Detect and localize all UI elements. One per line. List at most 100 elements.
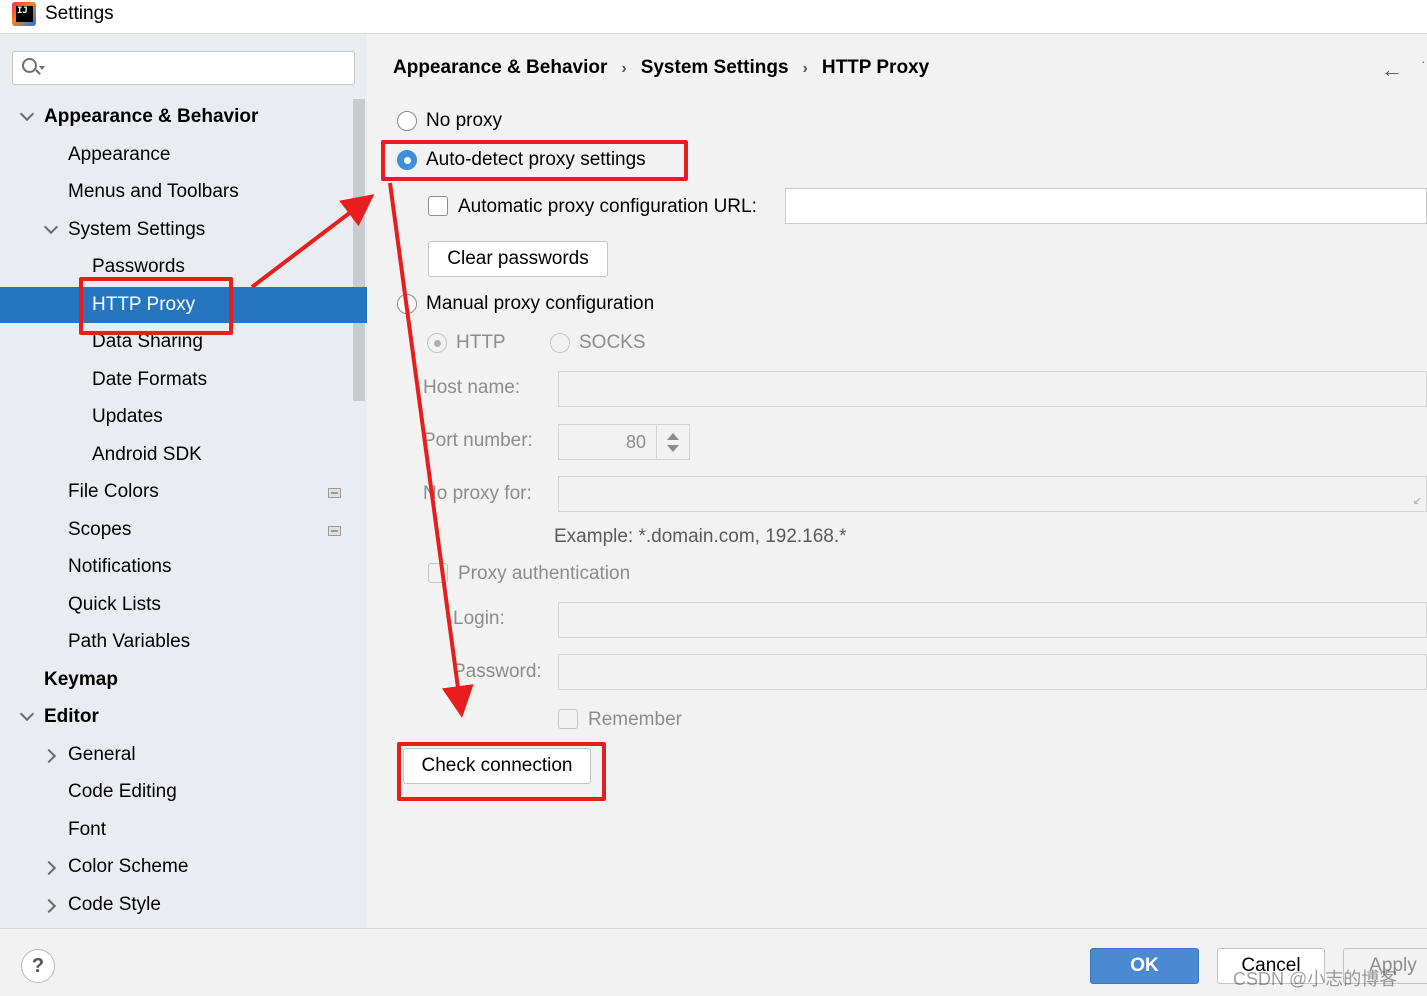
sidebar-item-file-colors[interactable]: File Colors — [0, 474, 367, 510]
search-box[interactable] — [12, 51, 355, 85]
chevron-right-icon[interactable] — [44, 887, 58, 923]
chevron-down-icon[interactable] — [20, 99, 34, 135]
sidebar-item-label: Quick Lists — [68, 594, 161, 615]
sidebar-item-menus-and-toolbars[interactable]: Menus and Toolbars — [0, 174, 367, 210]
remember-checkbox[interactable] — [558, 709, 578, 729]
breadcrumb-item-http-proxy: HTTP Proxy — [821, 57, 930, 78]
spinner-up-icon[interactable] — [667, 433, 679, 440]
socks-radio[interactable] — [550, 333, 570, 353]
chevron-down-icon[interactable] — [44, 212, 58, 248]
clear-passwords-button[interactable]: Clear passwords — [428, 241, 608, 277]
sidebar-item-notifications[interactable]: Notifications — [0, 549, 367, 585]
password-field[interactable] — [558, 654, 1427, 690]
sidebar-item-passwords[interactable]: Passwords — [0, 249, 367, 285]
spinner-down-icon[interactable] — [667, 445, 679, 452]
login-input[interactable] — [559, 603, 1426, 637]
proxy-auth-checkbox[interactable] — [428, 563, 448, 583]
sidebar-item-label: Keymap — [44, 669, 118, 690]
sidebar-item-http-proxy[interactable]: HTTP Proxy — [0, 287, 367, 323]
help-button[interactable]: ? — [21, 949, 55, 983]
no-proxy-example: Example: *.domain.com, 192.168.* — [554, 526, 847, 547]
sidebar-item-label: System Settings — [68, 219, 206, 240]
sidebar-item-label: Font — [68, 819, 107, 840]
auto-config-url-input[interactable] — [786, 189, 1426, 223]
auto-detect-radio[interactable] — [397, 150, 417, 170]
sidebar-item-color-scheme[interactable]: Color Scheme — [0, 849, 367, 885]
sidebar-item-label: Appearance & Behavior — [44, 106, 259, 127]
http-radio[interactable] — [427, 333, 447, 353]
search-icon[interactable] — [22, 58, 37, 73]
sidebar-item-updates[interactable]: Updates — [0, 399, 367, 435]
sidebar-item-code-editing[interactable]: Code Editing — [0, 774, 367, 810]
sidebar-item-date-formats[interactable]: Date Formats — [0, 362, 367, 398]
check-connection-button[interactable]: Check connection — [403, 748, 591, 784]
chevron-right-icon[interactable] — [44, 849, 58, 885]
sidebar-item-keymap[interactable]: Keymap — [0, 662, 367, 698]
host-name-field[interactable] — [558, 371, 1427, 407]
auto-config-url-label[interactable]: Automatic proxy configuration URL: — [458, 196, 757, 218]
title-bar: Settings — [0, 0, 1427, 34]
sidebar-item-label: Android SDK — [92, 444, 202, 465]
login-field[interactable] — [558, 602, 1427, 638]
sidebar-item-label: General — [68, 744, 136, 765]
no-proxy-for-field[interactable]: ↙ — [558, 476, 1427, 512]
sidebar-item-editor[interactable]: Editor — [0, 699, 367, 735]
expand-field-icon[interactable]: ↙ — [1413, 494, 1422, 507]
sidebar-item-appearance[interactable]: Appearance — [0, 137, 367, 173]
port-spinner[interactable] — [656, 425, 689, 459]
sidebar-item-path-variables[interactable]: Path Variables — [0, 624, 367, 660]
sidebar-item-label: File Colors — [68, 481, 159, 502]
http-proxy-panel: Appearance & Behavior › System Settings › HT… — [367, 35, 1427, 928]
sidebar-item-label: Editor — [44, 706, 99, 727]
sidebar-item-label: Menus and Toolbars — [68, 181, 239, 202]
sidebar-item-appearance-behavior[interactable]: Appearance & Behavior — [0, 99, 367, 135]
sidebar-item-label: Path Variables — [68, 631, 191, 652]
sidebar-item-font[interactable]: Font — [0, 812, 367, 848]
no-proxy-label[interactable]: No proxy — [426, 110, 502, 132]
port-number-label: Port number: — [423, 430, 533, 451]
password-label: Password: — [453, 661, 542, 682]
no-proxy-radio[interactable] — [397, 111, 417, 131]
sidebar-item-code-style[interactable]: Code Style — [0, 887, 367, 923]
port-number-value[interactable]: 80 — [626, 432, 646, 453]
breadcrumb-item-system-settings[interactable]: System Settings — [641, 57, 789, 79]
window-title: Settings — [45, 3, 114, 24]
proxy-auth-label[interactable]: Proxy authentication — [458, 563, 630, 585]
chevron-down-icon[interactable] — [20, 699, 34, 735]
sidebar-item-scopes[interactable]: Scopes — [0, 512, 367, 548]
remember-label[interactable]: Remember — [588, 709, 682, 731]
back-arrow-icon[interactable]: ← — [1381, 57, 1403, 83]
sidebar-item-label: Code Style — [68, 894, 161, 915]
host-name-label: Host name: — [423, 377, 521, 398]
manual-proxy-label[interactable]: Manual proxy configuration — [426, 293, 654, 315]
host-name-input[interactable] — [559, 372, 1426, 406]
search-input[interactable] — [49, 56, 344, 80]
no-proxy-for-input[interactable] — [559, 477, 1426, 511]
password-input[interactable] — [559, 655, 1426, 689]
breadcrumb-item-appearance-behavior[interactable]: Appearance & Behavior — [393, 57, 607, 79]
http-label[interactable]: HTTP — [456, 332, 506, 354]
manual-proxy-radio[interactable] — [397, 294, 417, 314]
auto-detect-label[interactable]: Auto-detect proxy settings — [426, 149, 646, 171]
auto-config-url-checkbox[interactable] — [428, 196, 448, 216]
sidebar-item-label: Updates — [92, 406, 163, 427]
search-history-dropdown-icon[interactable] — [39, 66, 45, 70]
port-number-field[interactable]: 80 — [558, 424, 690, 460]
breadcrumb: Appearance & Behavior › System Settings › HT… — [393, 57, 929, 79]
auto-config-url-field[interactable] — [785, 188, 1427, 224]
socks-label[interactable]: SOCKS — [579, 332, 646, 354]
chevron-right-icon[interactable] — [44, 737, 58, 773]
sidebar-item-label: Scopes — [68, 519, 132, 540]
ok-button[interactable]: OK — [1090, 948, 1199, 984]
sidebar-item-system-settings[interactable]: System Settings — [0, 212, 367, 248]
sidebar-item-label: Code Editing — [68, 781, 177, 802]
sidebar-item-label: Color Scheme — [68, 856, 189, 877]
sidebar-item-data-sharing[interactable]: Data Sharing — [0, 324, 367, 360]
sidebar-item-general[interactable]: General — [0, 737, 367, 773]
forward-arrow-icon[interactable]: · — [1421, 53, 1426, 69]
csdn-watermark: CSDN @小志的博客 — [1233, 969, 1398, 989]
sidebar-item-android-sdk[interactable]: Android SDK — [0, 437, 367, 473]
sidebar-item-label: Data Sharing — [92, 331, 203, 352]
dialog-footer: ? OK Cancel Apply CSDN @小志的博客 — [0, 928, 1427, 996]
sidebar-item-quick-lists[interactable]: Quick Lists — [0, 587, 367, 623]
